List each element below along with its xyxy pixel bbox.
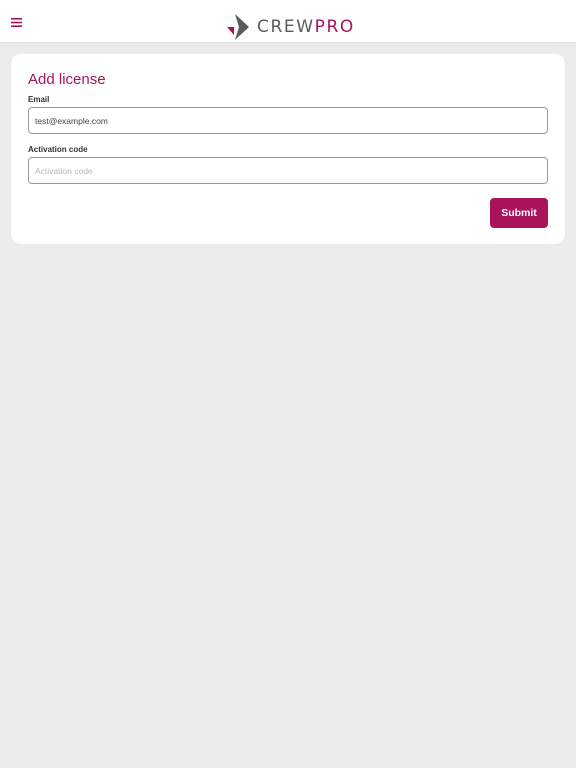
logo-wordmark-pro: PRO <box>314 16 355 37</box>
submit-button[interactable]: Submit <box>490 198 548 228</box>
activation-code-label: Activation code <box>28 145 88 154</box>
crewpro-logo: CREWPRO <box>225 13 355 41</box>
logo-wordmark: CREWPRO <box>257 16 355 37</box>
page-title: Add license <box>28 71 106 88</box>
email-field[interactable] <box>28 107 548 134</box>
activation-code-field[interactable] <box>28 157 548 184</box>
logo-chevron-icon <box>227 14 249 40</box>
add-license-card: Add license Email Activation code Submit <box>11 54 565 244</box>
top-app-bar: CREWPRO <box>0 0 576 43</box>
logo-wordmark-crew: CREW <box>257 16 315 37</box>
menu-button[interactable] <box>6 12 26 32</box>
email-label: Email <box>28 95 50 104</box>
hamburger-menu-icon <box>10 17 22 27</box>
